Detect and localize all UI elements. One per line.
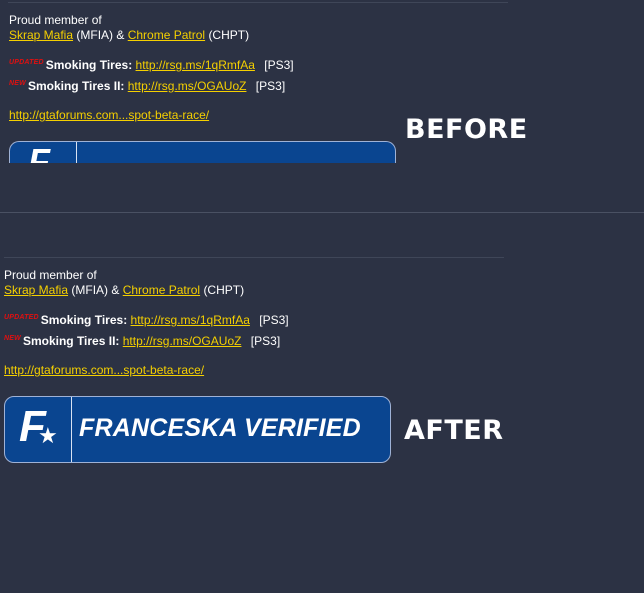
badge-title: FRANCESKA VERIFIED [79,414,361,442]
signature-after: Proud member of Skrap Mafia (MFIA) & Chr… [4,268,289,378]
platform-tag: [PS3] [255,79,286,93]
member-line: Proud member of [4,268,97,282]
updated-tag: UPDATED [9,59,44,66]
top-divider [8,2,508,3]
section-divider [4,257,504,258]
race-title: Smoking Tires II: [22,334,120,348]
crew-link-skrap-mafia[interactable]: Skrap Mafia [4,283,68,297]
comparison-screenshot: Proud member of Skrap Mafia (MFIA) & Chr… [0,0,644,593]
after-label: AFTER [404,415,504,446]
crew-tag: (CHPT) [203,283,245,297]
crew-tag: (CHPT) [208,28,250,42]
f-star-logo-icon: F ★ [19,402,58,451]
crew-tag: (MFIA) & [76,28,125,42]
crew-badge: F ★ FRANCESKA VERIFIED [4,396,391,463]
race-title: Smoking Tires: [45,58,133,72]
member-line: Proud member of [9,13,102,27]
updated-tag: UPDATED [4,314,39,321]
new-tag: NEW [9,80,26,87]
forum-link[interactable]: http://gtaforums.com...spot-beta-race/ [9,108,209,122]
platform-tag: [PS3] [259,313,289,327]
race-link[interactable]: http://rsg.ms/OGAUoZ [128,79,247,93]
section-divider [0,212,644,213]
race-title: Smoking Tires II: [27,79,125,93]
crew-link-chrome-patrol[interactable]: Chrome Patrol [123,283,200,297]
forum-link[interactable]: http://gtaforums.com...spot-beta-race/ [4,363,204,377]
race-link[interactable]: http://rsg.ms/1qRmfAa [131,313,250,327]
new-tag: NEW [4,335,21,342]
race-link[interactable]: http://rsg.ms/1qRmfAa [136,58,255,72]
crew-tag: (MFIA) & [71,283,120,297]
platform-tag: [PS3] [264,58,294,72]
before-label: BEFORE [405,114,528,145]
race-link[interactable]: http://rsg.ms/OGAUoZ [123,334,242,348]
signature-before: Proud member of Skrap Mafia (MFIA) & Chr… [9,13,294,123]
crew-link-chrome-patrol[interactable]: Chrome Patrol [128,28,205,42]
race-title: Smoking Tires: [40,313,128,327]
crew-link-skrap-mafia[interactable]: Skrap Mafia [9,28,73,42]
platform-tag: [PS3] [250,334,281,348]
